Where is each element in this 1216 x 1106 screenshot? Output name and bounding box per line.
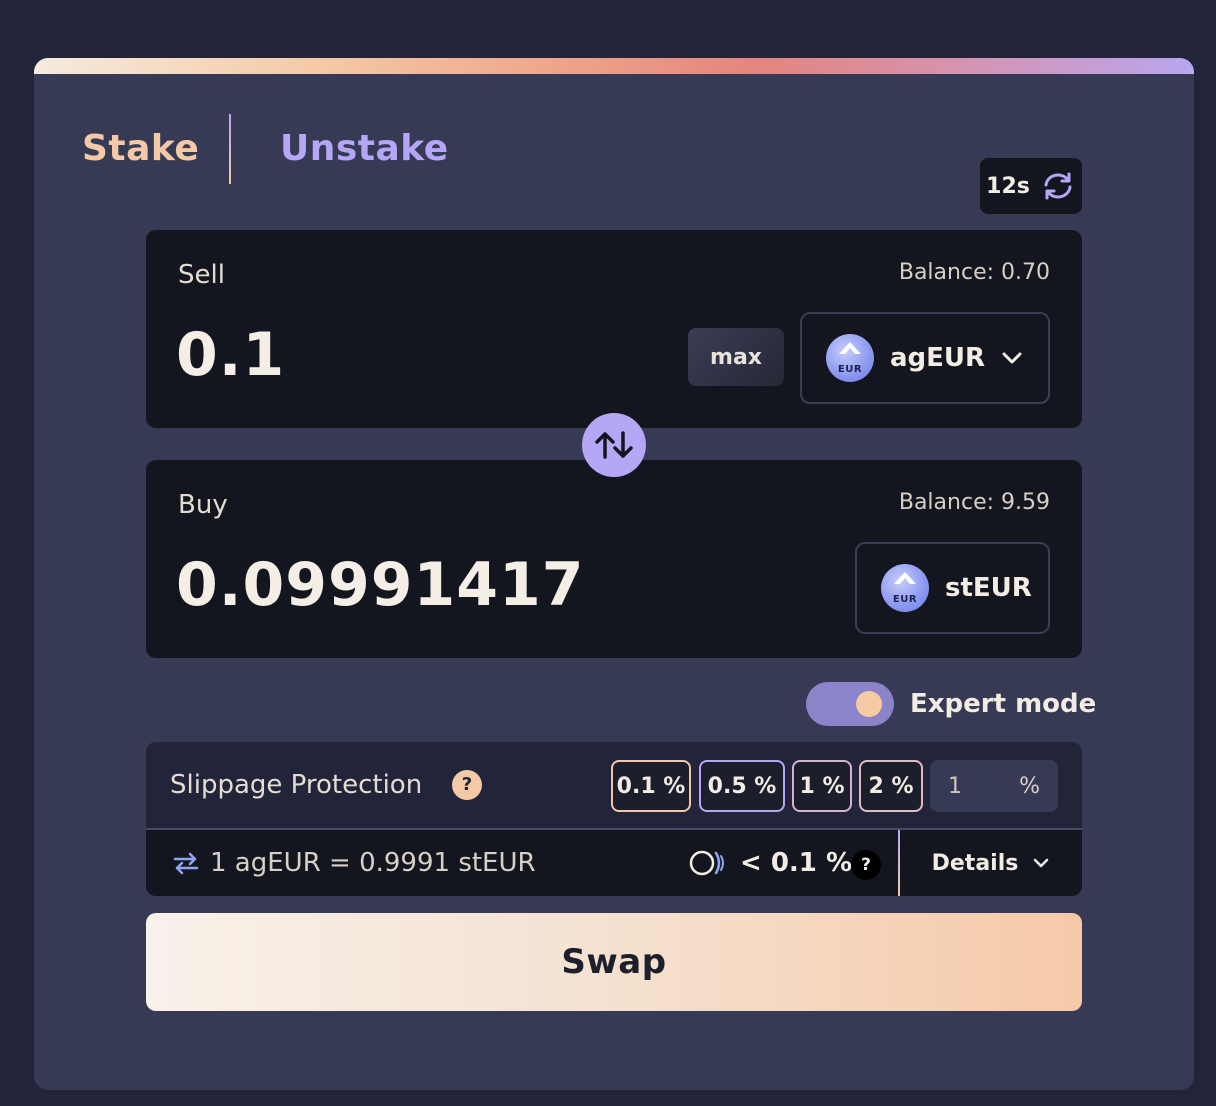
buy-token-name: stEUR <box>945 573 1032 603</box>
steur-token-icon: EUR <box>881 564 929 612</box>
details-label: Details <box>931 850 1019 876</box>
sell-label: Sell <box>178 260 225 290</box>
buy-amount-output: 0.09991417 <box>176 550 585 620</box>
slippage-help-icon[interactable]: ? <box>452 770 482 800</box>
buy-token-display[interactable]: EUR stEUR <box>855 542 1050 634</box>
sell-token-selector[interactable]: EUR agEUR <box>800 312 1050 404</box>
slippage-option-0-1[interactable]: 0.1 % <box>611 760 691 812</box>
buy-balance: Balance: 9.59 <box>898 490 1050 515</box>
tab-stake[interactable]: Stake <box>82 128 199 169</box>
buy-label: Buy <box>178 490 228 520</box>
swap-card: Stake Unstake 12s Sell Balance: 0.70 0.1… <box>34 58 1194 1090</box>
refresh-icon <box>1044 172 1072 200</box>
refresh-button[interactable]: 12s <box>980 158 1082 214</box>
exchange-rate-text: 1 agEUR = 0.9991 stEUR <box>210 848 536 878</box>
switch-direction-button[interactable] <box>582 413 646 477</box>
slippage-custom-input[interactable] <box>948 773 998 799</box>
price-impact-value: < 0.1 % <box>740 848 852 878</box>
sell-amount-input[interactable]: 0.1 <box>176 320 285 390</box>
sell-balance: Balance: 0.70 <box>898 260 1050 285</box>
price-impact-help-icon[interactable]: ? <box>851 850 881 880</box>
slippage-protection-panel: Slippage Protection ? 0.1 % 0.5 % 1 % 2 … <box>146 742 1082 830</box>
chevron-down-icon <box>1034 858 1049 868</box>
chevron-down-icon <box>1002 352 1022 364</box>
exchange-arrows-icon <box>173 852 199 875</box>
details-button[interactable]: Details <box>900 830 1082 896</box>
ageur-token-icon: EUR <box>826 334 874 382</box>
slippage-unit: % <box>1019 773 1040 799</box>
expert-mode-row: Expert mode <box>806 682 1096 726</box>
slippage-custom-field[interactable]: % <box>930 760 1058 812</box>
expert-mode-label: Expert mode <box>910 689 1097 719</box>
toggle-knob <box>856 691 882 717</box>
gradient-top-bar <box>34 58 1194 74</box>
max-button[interactable]: max <box>688 328 784 386</box>
sell-token-name: agEUR <box>890 343 986 373</box>
rate-row: 1 agEUR = 0.9991 stEUR < 0.1 % ? Details <box>146 830 1082 896</box>
swap-button[interactable]: Swap <box>146 913 1082 1011</box>
refresh-countdown: 12s <box>986 173 1030 199</box>
buy-panel: Buy Balance: 9.59 0.09991417 EUR stEUR <box>146 460 1082 658</box>
price-impact-icon <box>689 850 724 876</box>
slippage-option-1[interactable]: 1 % <box>792 760 852 812</box>
swap-arrows-icon <box>595 431 633 459</box>
sell-panel: Sell Balance: 0.70 0.1 max EUR agEUR <box>146 230 1082 428</box>
tab-unstake[interactable]: Unstake <box>280 128 449 169</box>
tab-divider <box>229 114 231 184</box>
slippage-option-2[interactable]: 2 % <box>859 760 923 812</box>
expert-mode-toggle[interactable] <box>806 682 894 726</box>
slippage-option-0-5[interactable]: 0.5 % <box>699 760 785 812</box>
slippage-label: Slippage Protection <box>170 770 423 800</box>
